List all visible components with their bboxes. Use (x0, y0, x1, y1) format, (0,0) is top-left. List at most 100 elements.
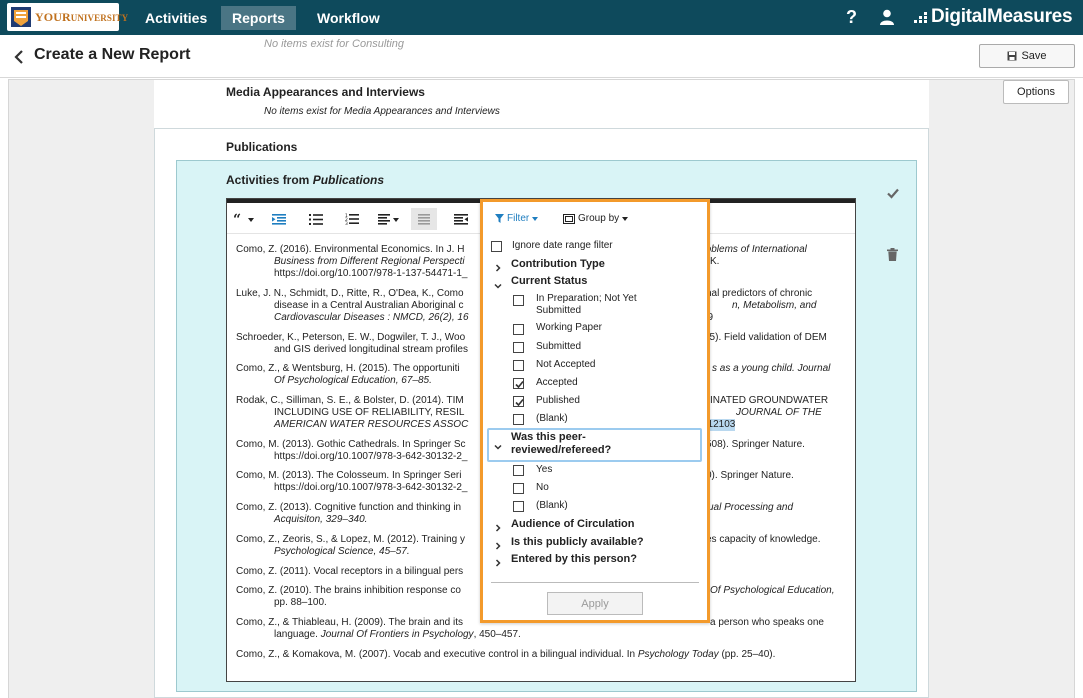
reference-text: Of Psychological Education, 67–85. (274, 375, 432, 386)
status-option-label: Submitted (536, 341, 582, 352)
group-by-tab[interactable]: Group by (563, 213, 629, 224)
status-accepted-checkbox[interactable] (513, 378, 524, 389)
chevron-right-icon[interactable] (494, 554, 502, 567)
quote-style-dropdown[interactable]: “ (233, 208, 255, 230)
activities-title-prefix: Activities from (226, 173, 313, 187)
reference-text: K. (710, 256, 720, 267)
ignore-date-checkbox[interactable] (491, 241, 502, 252)
contribution-type-group[interactable]: Contribution Type (511, 258, 605, 271)
current-status-group[interactable]: Current Status (511, 275, 587, 288)
status-option-label: Published (536, 395, 580, 406)
outdent-icon[interactable] (453, 208, 469, 230)
filter-tab-label: Filter (507, 213, 530, 224)
reference-text: Como, Z., & Thiableau, H. (2009). The br… (236, 617, 463, 628)
reference-text: nal predictors of chronic (706, 288, 813, 299)
reference-text: Luke, J. N., Schmidt, D., Ritte, R., O'D… (236, 288, 464, 299)
reference-text: n, Metabolism, and (732, 300, 817, 311)
chevron-right-icon[interactable] (494, 519, 502, 532)
status-submitted-checkbox[interactable] (513, 342, 524, 353)
options-button[interactable]: Options (1003, 80, 1069, 104)
status-option-label: In Preparation; Not Yet Submitted (536, 293, 637, 317)
page-title: Create a New Report (34, 46, 191, 63)
indent-icon[interactable] (271, 208, 287, 230)
align-dropdown-icon[interactable] (377, 208, 401, 230)
reference-text: AMERICAN WATER RESOURCES ASSOC (274, 419, 469, 430)
chevron-down-icon[interactable] (494, 277, 502, 289)
trash-icon[interactable] (887, 248, 898, 261)
peer-reviewed-text: reviewed/refereed? (511, 444, 612, 456)
reference-text: INATED GROUNDWATER (710, 395, 829, 406)
entered-by-group[interactable]: Entered by this person? (511, 553, 637, 566)
nav-item-workflow[interactable]: Workflow (306, 6, 391, 30)
checkmark-icon (515, 398, 524, 407)
publicly-available-group[interactable]: Is this publicly available? (511, 536, 644, 549)
reference-text: Schroeder, K., Peterson, E. W., Dogwiler… (236, 332, 466, 343)
activities-title-emphasis: Publications (312, 173, 385, 187)
reference-text: 0). Springer Nature. (706, 470, 794, 481)
digital-measures-brand[interactable]: DigitalMeasures (914, 6, 1073, 28)
status-option-label: Accepted (536, 377, 578, 388)
brand-dots-icon (914, 11, 928, 23)
chevron-right-icon[interactable] (494, 259, 502, 272)
check-icon[interactable] (887, 186, 899, 199)
status-blank-checkbox[interactable] (513, 414, 524, 425)
peer-blank-checkbox[interactable] (513, 501, 524, 512)
status-option-text: Submitted (536, 305, 582, 316)
svg-text:3: 3 (345, 221, 348, 225)
reference-text: , 450–457. (473, 629, 521, 640)
university-logo[interactable]: YOURUNIVERSITY (7, 3, 128, 31)
status-option-label: Not Accepted (536, 359, 596, 370)
save-icon (1007, 51, 1017, 61)
status-option-text: In Preparation; Not Yet (536, 293, 637, 304)
bullet-list-icon[interactable] (308, 208, 324, 230)
filter-tab[interactable]: Filter (495, 213, 539, 224)
reference-text: Acquisiton, 329–340. (274, 514, 368, 525)
media-section-title: Media Appearances and Interviews (226, 85, 425, 99)
audience-group[interactable]: Audience of Circulation (511, 518, 634, 531)
reference-text: Como, M. (2013). The Colosseum. In Sprin… (236, 470, 462, 481)
activities-panel-title: Activities from Publications (226, 173, 384, 187)
peer-reviewed-group[interactable]: Was this peer-reviewed/refereed? (511, 431, 611, 457)
reference-text: Como, Z. (2013). Cognitive function and … (236, 502, 462, 513)
justify-icon[interactable] (411, 208, 437, 230)
status-published-checkbox[interactable] (513, 396, 524, 407)
peer-yes-checkbox[interactable] (513, 465, 524, 476)
status-not-accepted-checkbox[interactable] (513, 360, 524, 371)
chevron-right-icon[interactable] (494, 537, 502, 550)
status-working-paper-checkbox[interactable] (513, 324, 524, 335)
caret-down-icon (622, 216, 629, 221)
peer-reviewed-text: Was this peer- (511, 431, 586, 443)
header-divider (0, 77, 1083, 78)
reference-text: Como, Z. (2010). The brains inhibition r… (236, 585, 461, 596)
help-icon[interactable]: ? (846, 7, 857, 28)
top-navigation-bar: YOURUNIVERSITY Activities Reports Workfl… (0, 0, 1083, 35)
apply-button[interactable]: Apply (547, 592, 643, 615)
user-icon[interactable] (880, 9, 894, 25)
peer-no-checkbox[interactable] (513, 483, 524, 494)
reference-text: es capacity of knowledge. (706, 534, 821, 545)
caret-down-icon (532, 216, 539, 221)
reference-text: Business from Different Regional Perspec… (274, 256, 465, 267)
logo-text-university: UNIVERSITY (70, 12, 129, 23)
logo-text-your: YOUR (35, 9, 71, 24)
save-button[interactable]: Save (979, 44, 1075, 68)
reference-text: Como, Z., & Wentsburg, H. (2015). The op… (236, 363, 460, 374)
status-in-preparation-checkbox[interactable] (513, 295, 524, 306)
back-chevron-icon[interactable] (14, 48, 24, 69)
nav-item-activities[interactable]: Activities (134, 6, 218, 30)
reference-text: language. (274, 629, 321, 640)
reference-text: Of Psychological Education, (710, 585, 835, 596)
nav-item-reports[interactable]: Reports (221, 6, 296, 30)
consulting-empty-note: No items exist for Consulting (264, 38, 404, 50)
reference-text: Psychology Today (637, 649, 719, 660)
reference-text: 15). Field validation of DEM (704, 332, 827, 343)
reference-text: Como, Z., Zeoris, S., & Lopez, M. (2012)… (236, 534, 465, 545)
reference-text: Como, Z. (2011). Vocal receptors in a bi… (236, 566, 464, 577)
chevron-down-icon[interactable] (494, 438, 502, 450)
reference-text: Como, M. (2013). Gothic Cathedrals. In S… (236, 439, 466, 450)
numbered-list-icon[interactable]: 1 2 3 (344, 208, 360, 230)
status-option-label: Working Paper (536, 322, 602, 333)
reference-text: Psychological Science, 45–57. (274, 546, 410, 557)
status-option-label: (Blank) (536, 413, 568, 424)
reference-text: Cardiovascular Diseases : NMCD, 26(2), 1… (274, 312, 469, 323)
